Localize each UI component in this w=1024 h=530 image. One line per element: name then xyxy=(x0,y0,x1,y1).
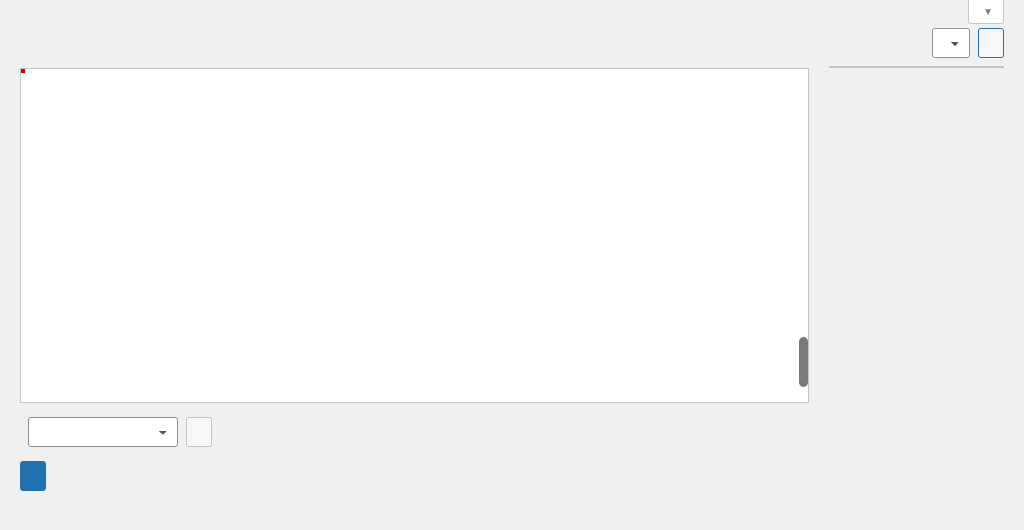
file-tree xyxy=(829,66,1004,68)
update-file-button[interactable] xyxy=(20,461,46,491)
code-editor[interactable] xyxy=(20,68,809,403)
help-tab[interactable]: ▼ xyxy=(968,0,1004,24)
scrollbar-thumb[interactable] xyxy=(799,337,808,387)
select-theme-form xyxy=(924,28,1004,58)
chevron-down-icon: ▼ xyxy=(983,7,993,18)
select-button[interactable] xyxy=(978,28,1004,58)
lookup-button[interactable] xyxy=(186,417,212,447)
documentation-select[interactable] xyxy=(28,417,178,447)
highlight-rectangle xyxy=(21,69,25,73)
scrollbar-track[interactable] xyxy=(799,69,808,402)
theme-select[interactable] xyxy=(932,28,970,58)
